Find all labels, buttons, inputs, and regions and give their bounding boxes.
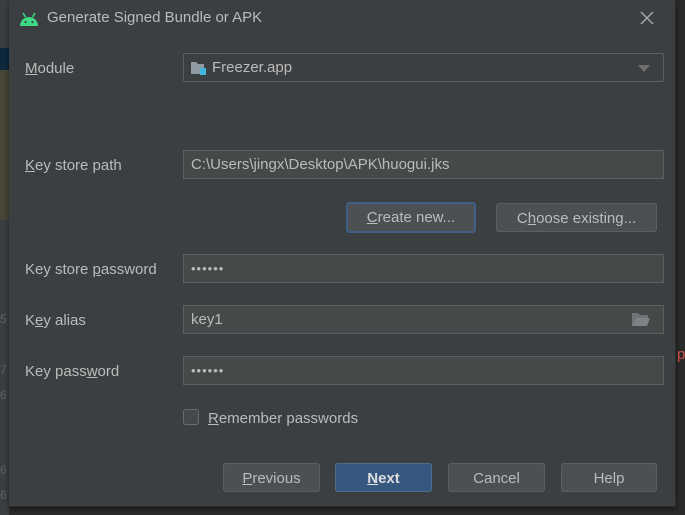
line-number: 6	[0, 388, 7, 402]
generate-signed-bundle-dialog: Generate Signed Bundle or APK Module Fre…	[9, 0, 676, 507]
key-password-value: ••••••	[191, 363, 225, 378]
label-text: C	[516, 210, 528, 227]
label-text: assword	[100, 261, 157, 278]
mnemonic-letter: P	[242, 470, 253, 487]
key-alias-value: key1	[191, 311, 223, 328]
label-text: y alias	[43, 312, 86, 329]
label-text: Key pass	[25, 363, 87, 380]
previous-button[interactable]: Previous	[223, 463, 320, 492]
key-password-input[interactable]: ••••••	[183, 356, 664, 385]
mnemonic-letter: h	[527, 210, 537, 227]
label-text: reate new...	[377, 209, 456, 226]
close-icon[interactable]	[638, 9, 656, 27]
ide-background-right: p	[675, 0, 685, 515]
cancel-button[interactable]: Cancel	[448, 463, 545, 492]
key-password-label: Key password	[25, 363, 119, 380]
mnemonic-letter: p	[92, 261, 101, 278]
remember-passwords-label[interactable]: Remember passwords	[208, 410, 358, 427]
key-alias-label: Key alias	[25, 312, 86, 329]
label-text: ext	[378, 470, 400, 487]
module-label: Module	[25, 60, 74, 77]
module-folder-icon	[191, 62, 206, 75]
remember-passwords-checkbox[interactable]	[183, 409, 199, 425]
key-store-password-input[interactable]: ••••••	[183, 254, 664, 283]
chevron-down-icon	[638, 65, 650, 72]
mnemonic-letter: R	[208, 410, 219, 427]
label-text: Key store	[25, 261, 93, 278]
mnemonic-letter: C	[366, 209, 378, 226]
key-store-path-label: Key store path	[25, 157, 122, 174]
line-number: 6	[0, 488, 7, 502]
line-number: 7	[0, 363, 7, 377]
mnemonic-letter: K	[25, 157, 36, 174]
label-text: emember passwords	[218, 410, 359, 427]
next-button[interactable]: Next	[335, 463, 432, 492]
key-store-path-input[interactable]: C:\Users\jingx\Desktop\APK\huogui.jks	[183, 150, 664, 179]
mnemonic-letter: M	[25, 60, 38, 77]
label-text: ord	[97, 363, 120, 380]
line-number: 6	[0, 463, 7, 477]
android-icon	[20, 12, 38, 26]
choose-existing-button[interactable]: Choose existing...	[496, 203, 657, 232]
ide-background-left: 5 7 6 6 6	[0, 0, 9, 515]
mnemonic-letter: w	[86, 363, 98, 380]
dialog-title: Generate Signed Bundle or APK	[47, 9, 263, 26]
folder-open-icon[interactable]	[631, 312, 651, 327]
label-text: odule	[37, 60, 75, 77]
module-dropdown[interactable]: Freezer.app	[183, 53, 664, 82]
ide-panel-strip	[0, 70, 9, 220]
code-fragment: p	[677, 346, 685, 363]
key-store-password-label: Key store password	[25, 261, 157, 278]
label-text: ey store path	[35, 157, 122, 174]
label-text: revious	[252, 470, 301, 487]
label-text: oose existing...	[536, 210, 637, 227]
ide-selection-strip	[0, 48, 9, 70]
key-store-password-value: ••••••	[191, 261, 225, 276]
label-text: K	[25, 312, 36, 329]
help-button[interactable]: Help	[561, 463, 657, 492]
module-value: Freezer.app	[212, 59, 293, 76]
create-new-button[interactable]: Create new...	[346, 202, 476, 233]
key-alias-input[interactable]: key1	[183, 305, 664, 334]
line-number: 5	[0, 312, 7, 326]
mnemonic-letter: N	[367, 470, 379, 487]
key-store-path-value: C:\Users\jingx\Desktop\APK\huogui.jks	[191, 156, 450, 173]
